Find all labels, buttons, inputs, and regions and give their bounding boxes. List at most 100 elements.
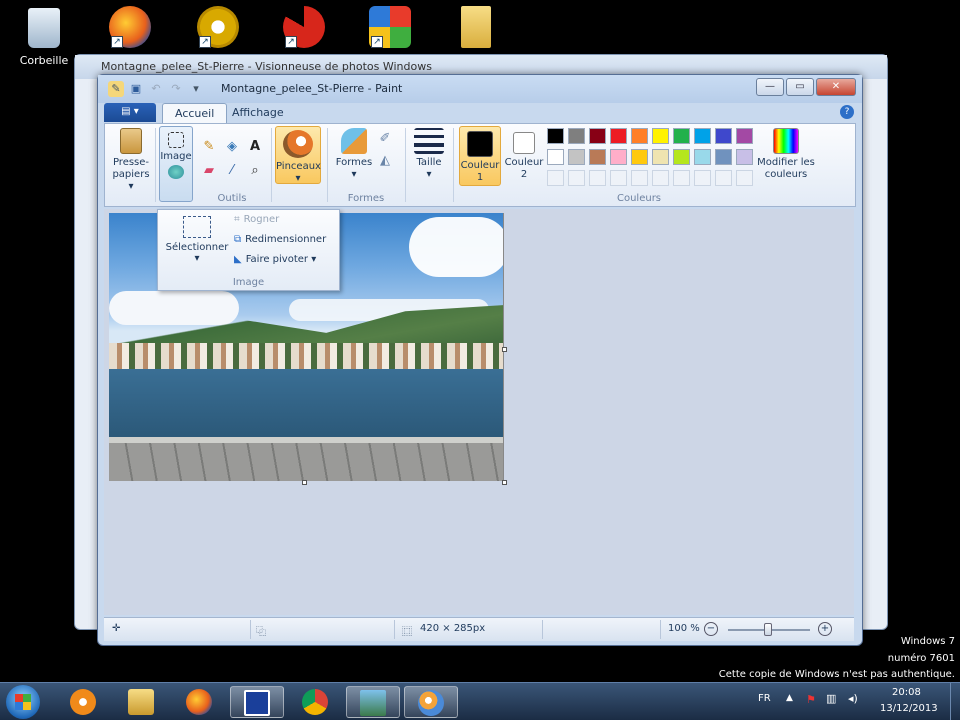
- image-dropdown-menu: Sélectionner ▾ ⌗ Rogner ⧉ Redimensionner ◣…: [157, 209, 340, 291]
- help-button[interactable]: ?: [840, 105, 854, 119]
- paint-window[interactable]: ✎ ▣ ↶ ↷ ▾ Montagne_pelee_St-Pierre - Pai…: [97, 74, 863, 646]
- desktop-icon-chrome[interactable]: ↗: [188, 6, 248, 48]
- remote-desktop-icon: [244, 690, 270, 716]
- palette-swatch[interactable]: [694, 128, 711, 144]
- palette-custom-slot[interactable]: [589, 170, 606, 186]
- desktop-icon-ccleaner[interactable]: ↗: [274, 6, 334, 48]
- resize-handle-corner[interactable]: [502, 480, 507, 485]
- palette-swatch[interactable]: [652, 128, 669, 144]
- paint-app-icon[interactable]: ✎: [108, 81, 124, 97]
- resize-handle-bottom[interactable]: [302, 480, 307, 485]
- crop-button[interactable]: ⌗ Rogner: [234, 214, 279, 225]
- palette-swatch[interactable]: [547, 128, 564, 144]
- palette-swatch[interactable]: [652, 149, 669, 165]
- palette-custom-slot[interactable]: [547, 170, 564, 186]
- palette-swatch[interactable]: [631, 149, 648, 165]
- color2-button[interactable]: Couleur 2: [503, 128, 545, 181]
- image-group-label: Image: [232, 277, 265, 288]
- taskbar-firefox[interactable]: [172, 686, 226, 718]
- shape-fill-icon[interactable]: ◭: [375, 150, 395, 170]
- clock-time[interactable]: 20:08: [892, 687, 921, 698]
- palette-custom-slot[interactable]: [715, 170, 732, 186]
- select-rect-icon: [183, 216, 211, 238]
- clipboard-button[interactable]: Presse- papiers ▾: [109, 128, 153, 193]
- rotate-button[interactable]: ◣ Faire pivoter ▾: [234, 254, 316, 265]
- desktop-icon-firefox[interactable]: ↗: [100, 6, 160, 48]
- resize-handle-right[interactable]: [502, 347, 507, 352]
- magnifier-icon[interactable]: ⌕: [245, 160, 265, 180]
- show-hidden-icons[interactable]: ▲: [786, 693, 793, 703]
- palette-swatch[interactable]: [568, 128, 585, 144]
- clock-date[interactable]: 13/12/2013: [880, 703, 938, 714]
- save-icon[interactable]: ▣: [128, 81, 144, 97]
- taskbar-paint[interactable]: [404, 686, 458, 718]
- palette-swatch[interactable]: [673, 149, 690, 165]
- close-button[interactable]: ✕: [816, 78, 856, 96]
- network-icon[interactable]: ▥: [826, 692, 836, 705]
- desktop-icon-windows-update[interactable]: ↗: [360, 6, 420, 48]
- outline-icon[interactable]: ✐: [375, 128, 395, 148]
- palette-swatch[interactable]: [736, 149, 753, 165]
- palette-swatch[interactable]: [589, 128, 606, 144]
- color1-swatch: [467, 131, 493, 157]
- palette-custom-slot[interactable]: [736, 170, 753, 186]
- paint-title-bar[interactable]: ✎ ▣ ↶ ↷ ▾ Montagne_pelee_St-Pierre - Pai…: [98, 75, 862, 103]
- palette-swatch[interactable]: [736, 128, 753, 144]
- palette-swatch[interactable]: [694, 149, 711, 165]
- tab-home[interactable]: Accueil: [162, 103, 228, 123]
- pencil-icon[interactable]: ✎: [199, 136, 219, 156]
- palette-swatch[interactable]: [610, 149, 627, 165]
- palette-swatch[interactable]: [589, 149, 606, 165]
- size-button[interactable]: Taille ▾: [411, 128, 447, 181]
- palette-custom-slot[interactable]: [631, 170, 648, 186]
- undo-icon[interactable]: ↶: [148, 81, 164, 97]
- palette-swatch[interactable]: [715, 149, 732, 165]
- volume-icon[interactable]: ◂): [848, 692, 858, 705]
- taskbar-explorer[interactable]: [114, 686, 168, 718]
- zoom-slider-thumb[interactable]: [764, 623, 772, 636]
- palette-custom-slot[interactable]: [652, 170, 669, 186]
- file-menu-button[interactable]: ▤ ▾: [104, 103, 156, 122]
- watermark-line3: Cette copie de Windows n'est pas authent…: [718, 669, 955, 680]
- desktop-icon-recycle-bin[interactable]: Corbeille: [14, 8, 74, 67]
- desktop-icon-folder[interactable]: [446, 6, 506, 48]
- palette-swatch[interactable]: [673, 128, 690, 144]
- palette-custom-slot[interactable]: [694, 170, 711, 186]
- customize-qat-icon[interactable]: ▾: [188, 81, 204, 97]
- language-indicator[interactable]: FR: [758, 693, 771, 704]
- start-button[interactable]: [6, 685, 40, 719]
- palette-swatch[interactable]: [568, 149, 585, 165]
- palette-custom-slot[interactable]: [673, 170, 690, 186]
- show-desktop-button[interactable]: [950, 683, 960, 720]
- image-button[interactable]: Image: [159, 126, 193, 202]
- watermark-line1: Windows 7: [900, 636, 955, 647]
- taskbar-media-player[interactable]: [56, 686, 110, 718]
- palette-swatch[interactable]: [631, 128, 648, 144]
- palette-swatch[interactable]: [610, 128, 627, 144]
- photo-viewer-icon: [360, 690, 386, 716]
- minimize-button[interactable]: —: [756, 78, 784, 96]
- zoom-out-button[interactable]: −: [704, 622, 718, 636]
- color-picker-icon[interactable]: ⁄: [222, 160, 242, 180]
- edit-colors-button[interactable]: Modifier les couleurs: [755, 128, 817, 181]
- text-icon[interactable]: A: [245, 136, 265, 156]
- tab-view[interactable]: Affichage: [220, 103, 296, 123]
- select-button[interactable]: Sélectionner ▾: [162, 214, 232, 270]
- redo-icon[interactable]: ↷: [168, 81, 184, 97]
- action-center-icon[interactable]: ⚑: [806, 693, 816, 706]
- resize-button[interactable]: ⧉ Redimensionner: [234, 234, 326, 245]
- palette-custom-slot[interactable]: [568, 170, 585, 186]
- maximize-button[interactable]: ▭: [786, 78, 814, 96]
- shapes-button[interactable]: Formes ▾: [333, 128, 375, 181]
- fill-icon[interactable]: ◈: [222, 136, 242, 156]
- taskbar-remote-desktop[interactable]: [230, 686, 284, 718]
- palette-custom-slot[interactable]: [610, 170, 627, 186]
- eraser-icon[interactable]: ▰: [199, 160, 219, 180]
- palette-swatch[interactable]: [547, 149, 564, 165]
- palette-swatch[interactable]: [715, 128, 732, 144]
- color1-button[interactable]: Couleur 1: [459, 126, 501, 186]
- taskbar-chrome[interactable]: [288, 686, 342, 718]
- brushes-button[interactable]: Pinceaux ▾: [275, 126, 321, 184]
- taskbar-photo-viewer[interactable]: [346, 686, 400, 718]
- zoom-in-button[interactable]: +: [818, 622, 832, 636]
